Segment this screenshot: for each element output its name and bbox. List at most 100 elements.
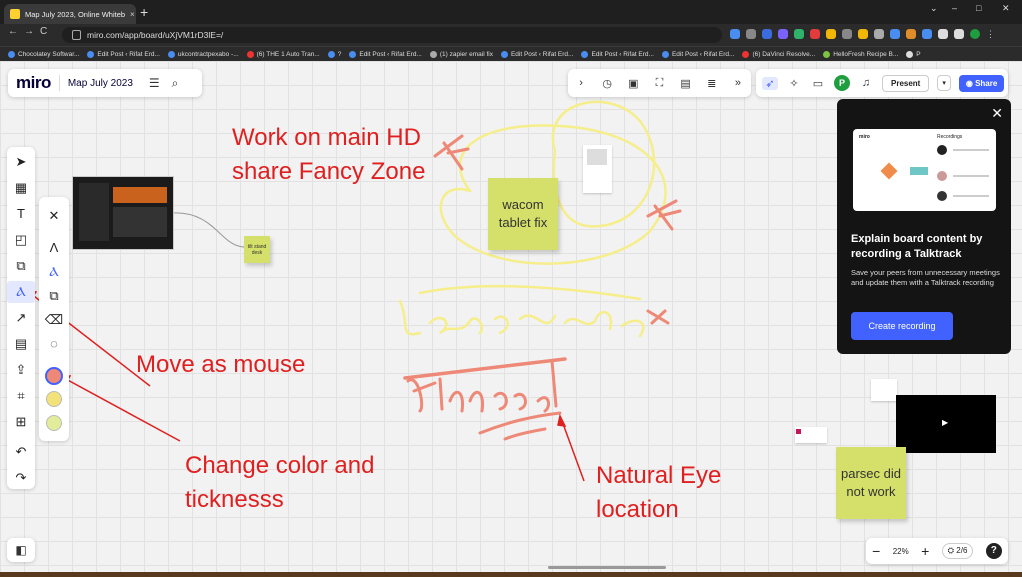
board-title[interactable]: Map July 2023	[68, 78, 133, 89]
bookmark-item[interactable]: (6) THE 1 Auto Tran...	[246, 50, 320, 58]
sticky-note-wacom[interactable]: wacom tablet fix	[488, 178, 558, 250]
extension-icon[interactable]	[746, 29, 756, 39]
horizontal-scrollbar[interactable]	[548, 566, 666, 569]
add-icon[interactable]: ⊞	[7, 411, 35, 433]
bookmark-item[interactable]: (6) DaVinci Resolve...	[742, 50, 815, 58]
avatar[interactable]: P	[834, 75, 850, 91]
bookmark-item[interactable]: Edit Post ‹ Rifat Erd...	[581, 50, 654, 58]
chevron-right-icon[interactable]: ›	[573, 77, 589, 89]
zoom-out-button[interactable]: −	[872, 543, 880, 559]
video-embed[interactable]: ▶	[896, 395, 996, 453]
star-icon[interactable]	[858, 29, 868, 39]
color-swatch-lime[interactable]	[46, 415, 62, 431]
smart-draw-icon[interactable]: ⧉	[39, 285, 69, 307]
timer-icon[interactable]: ◷	[599, 77, 615, 90]
extension-icon[interactable]	[842, 29, 852, 39]
board-card[interactable]	[795, 427, 827, 443]
redo-icon[interactable]: ↷	[7, 467, 35, 489]
bell-icon[interactable]: ♫	[858, 77, 874, 89]
help-button[interactable]: ?	[985, 543, 1002, 559]
board-card[interactable]	[871, 379, 897, 401]
frame-icon[interactable]: ⌗	[7, 385, 35, 407]
extension-icon[interactable]	[810, 29, 820, 39]
close-window-button[interactable]: ✕	[1002, 3, 1010, 14]
pen-tool-icon[interactable]: Λ	[39, 237, 69, 259]
bookmark-item[interactable]: (1) zapier email fix	[429, 50, 493, 58]
menu-icon[interactable]: ☰	[149, 76, 160, 90]
shapes-icon[interactable]: ⧉	[7, 255, 35, 277]
puzzle-icon[interactable]	[938, 29, 948, 39]
tab-map-july[interactable]: Map July 2023, Online Whitebo... ×	[4, 4, 136, 24]
lasso-icon[interactable]: ◌	[39, 333, 69, 355]
focus-icon[interactable]: ⛶	[651, 77, 667, 90]
present-button[interactable]: Present	[882, 74, 930, 92]
frame-template-icon[interactable]: ▦	[7, 177, 35, 199]
more-chevrons-icon[interactable]: »	[730, 77, 746, 89]
chat-icon[interactable]: ▭	[810, 77, 826, 90]
color-swatch-salmon[interactable]	[45, 367, 63, 385]
nav-buttons[interactable]: ←→C	[8, 26, 53, 37]
board-card[interactable]	[583, 145, 612, 193]
zoom-level[interactable]: 22%	[893, 547, 909, 556]
extension-icon[interactable]	[874, 29, 884, 39]
new-tab-button[interactable]: +	[140, 5, 148, 19]
tab-close-icon[interactable]: ×	[130, 10, 135, 19]
menu-kebab-icon[interactable]: ⋮	[986, 29, 996, 39]
extension-icon[interactable]	[794, 29, 804, 39]
extension-icon[interactable]	[890, 29, 900, 39]
board-screenshot[interactable]	[72, 176, 174, 250]
profile-avatar[interactable]	[970, 29, 980, 39]
bookmark-item[interactable]: HelloFresh Recipe B...	[823, 50, 898, 58]
extension-icon[interactable]	[730, 29, 740, 39]
undo-icon[interactable]: ↶	[7, 441, 35, 463]
upload-icon[interactable]: ⇪	[7, 359, 35, 381]
connector-icon[interactable]: ↗	[7, 307, 35, 329]
text-icon[interactable]: T	[7, 203, 35, 225]
bookmark-item[interactable]: P	[906, 50, 921, 58]
bookmark-item[interactable]: Edit Post ‹ Rifat Erd...	[349, 50, 422, 58]
talktrack-icon[interactable]: ▣	[625, 77, 641, 90]
extension-icon[interactable]	[906, 29, 916, 39]
bookmark-item[interactable]: Edit Post ‹ Rifat Erd...	[661, 50, 734, 58]
tab-search-icon[interactable]: ⌄	[930, 3, 938, 14]
select-icon[interactable]: ➤	[7, 151, 35, 173]
bookmark-item[interactable]: Edit Post ‹ Rifat Erd...	[500, 50, 573, 58]
extensions-area[interactable]: ⋮	[730, 29, 996, 39]
search-icon[interactable]: ⌕	[172, 76, 179, 91]
eraser-icon[interactable]: ⌫	[39, 309, 69, 331]
pages-button[interactable]: ⛭ 2/6	[941, 543, 974, 559]
minimize-button[interactable]: –	[952, 3, 957, 13]
sticky-note-small[interactable]: tilt stand desk	[244, 236, 270, 263]
play-icon[interactable]: ▶	[942, 418, 948, 427]
pen-icon[interactable]: Ⲁ	[7, 281, 35, 303]
notes-icon[interactable]: ≣	[704, 77, 720, 90]
extension-icon[interactable]	[922, 29, 932, 39]
share-button[interactable]: ◉ Share	[958, 74, 1005, 92]
chevron-down-icon[interactable]: ▾	[937, 75, 951, 91]
sidebar-toggle-icon[interactable]: ◧	[7, 538, 35, 562]
extension-icon[interactable]	[826, 29, 836, 39]
vote-icon[interactable]: ▤	[678, 77, 694, 90]
extension-icon[interactable]	[778, 29, 788, 39]
close-icon[interactable]: ✕	[991, 105, 1003, 122]
sticky-note-parsec[interactable]: parsec did not work	[836, 447, 906, 519]
sticky-note-icon[interactable]: ◰	[7, 229, 35, 251]
reactions-icon[interactable]: ✧	[786, 77, 802, 90]
bookmark-item[interactable]: ukcontractpexabo -...	[167, 50, 239, 58]
comment-icon[interactable]: ▤	[7, 333, 35, 355]
color-swatch-yellow[interactable]	[46, 391, 62, 407]
bookmark-item[interactable]: Edit Post ‹ Rifat Erd...	[87, 50, 160, 58]
close-icon[interactable]: ✕	[39, 205, 69, 227]
zoom-in-button[interactable]: +	[921, 543, 929, 559]
bookmark-item[interactable]: ?	[327, 50, 341, 58]
sidepanel-icon[interactable]	[954, 29, 964, 39]
highlighter-icon[interactable]: Ⲁ	[39, 261, 69, 283]
board-canvas[interactable]: ▶ wacom tablet fix parsec did not work t…	[0, 61, 1022, 572]
address-bar[interactable]: miro.com/app/board/uXjVM1rD3lE=/	[62, 27, 722, 43]
maximize-button[interactable]: □	[976, 3, 981, 13]
extension-icon[interactable]	[762, 29, 772, 39]
create-recording-button[interactable]: Create recording	[851, 312, 953, 340]
bookmark-item[interactable]: Chocolatey Softwar...	[8, 50, 79, 58]
miro-logo[interactable]: miro	[16, 73, 51, 93]
cursor-icon[interactable]: ➶	[762, 76, 778, 90]
